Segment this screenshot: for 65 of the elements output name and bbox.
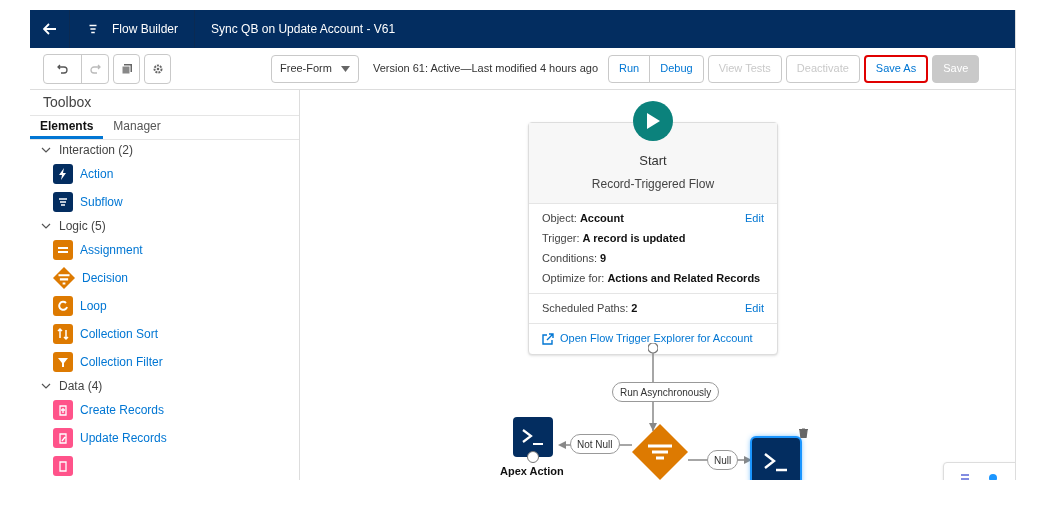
toolbox-item[interactable]: Loop xyxy=(80,297,107,315)
chevron-icon xyxy=(41,381,51,391)
copy-button[interactable] xyxy=(113,53,140,84)
assignment-icon xyxy=(53,240,73,260)
undo-icon xyxy=(56,62,69,75)
sort-icon xyxy=(53,324,73,344)
toolbox-item[interactable]: Collection Sort xyxy=(80,325,159,343)
detail-text: Optimize for: Actions and Related Records xyxy=(542,270,761,286)
edit-link[interactable]: Edit xyxy=(745,299,764,317)
external-link-icon xyxy=(542,332,554,345)
update-icon xyxy=(53,428,73,448)
filter-icon xyxy=(53,352,73,372)
detail-text: Trigger: A record is updated xyxy=(542,230,686,246)
toolbox-item[interactable]: Action xyxy=(80,165,114,183)
toolbox-item[interactable]: Collection Filter xyxy=(80,353,163,371)
section-header[interactable]: Interaction (2) xyxy=(30,140,299,160)
terminal-icon xyxy=(763,451,789,473)
zoom-icon[interactable] xyxy=(988,473,998,480)
detail-text: Scheduled Paths: 2 xyxy=(542,300,638,316)
copy-icon xyxy=(120,62,133,75)
toolbar-button[interactable]: Debug xyxy=(649,54,704,83)
toolbox-item[interactable]: Assignment xyxy=(80,241,143,259)
chevron-icon xyxy=(41,145,51,155)
toolbox-item[interactable]: Create Records xyxy=(80,401,165,419)
explorer-link[interactable]: Open Flow Trigger Explorer for Account xyxy=(560,330,753,347)
detail-text: Conditions: 9 xyxy=(542,250,607,266)
version-status: Version 61: Active—Last modified 4 hours ago xyxy=(373,61,599,77)
app-name: Flow Builder xyxy=(112,21,179,38)
toolbox-title: Toolbox xyxy=(30,90,299,116)
toolbar-button[interactable]: Save As xyxy=(863,54,929,83)
apex-action-node[interactable] xyxy=(513,417,553,457)
toolbar-button[interactable]: Run xyxy=(608,54,651,83)
toolbox-item[interactable]: Update Records xyxy=(80,429,167,447)
terminal-icon xyxy=(521,427,545,447)
trash-icon[interactable] xyxy=(799,428,808,438)
start-title: Start xyxy=(639,152,667,170)
section-header[interactable]: Logic (5) xyxy=(30,216,299,236)
flow-layout-icon[interactable] xyxy=(960,473,970,480)
action-icon xyxy=(53,164,73,184)
settings-button[interactable] xyxy=(144,53,171,84)
create-icon xyxy=(53,400,73,420)
toolbox-tab[interactable]: Elements xyxy=(30,115,104,139)
back-arrow-icon[interactable] xyxy=(42,23,57,35)
redo-icon xyxy=(89,62,101,75)
decision-icon xyxy=(53,267,75,289)
decision-node[interactable] xyxy=(632,424,688,480)
toolbox-tab[interactable]: Manager xyxy=(103,115,171,139)
apex-action-node[interactable] xyxy=(752,438,800,480)
section-header[interactable]: Data (4) xyxy=(30,376,299,396)
edit-link[interactable]: Edit xyxy=(745,209,764,227)
start-subtitle: Record-Triggered Flow xyxy=(591,175,715,193)
path-label: Run Asynchronously xyxy=(612,382,720,402)
subflow-icon xyxy=(53,192,73,212)
layout-select[interactable]: Free-Form xyxy=(271,54,359,83)
loop-icon xyxy=(53,296,73,316)
chevron-icon xyxy=(41,221,51,231)
branch-label: Not Null xyxy=(570,434,620,454)
branch-label: Null xyxy=(707,450,739,470)
toolbox-item[interactable]: Decision xyxy=(82,269,129,287)
node-label: Apex Action xyxy=(500,465,564,478)
flow-title: Sync QB on Update Account - V61 xyxy=(210,21,397,38)
caret-icon xyxy=(341,65,350,72)
settings-icon xyxy=(151,62,164,75)
toolbox-item[interactable]: Subflow xyxy=(80,193,123,211)
detail-text: Object: Account xyxy=(542,210,624,226)
